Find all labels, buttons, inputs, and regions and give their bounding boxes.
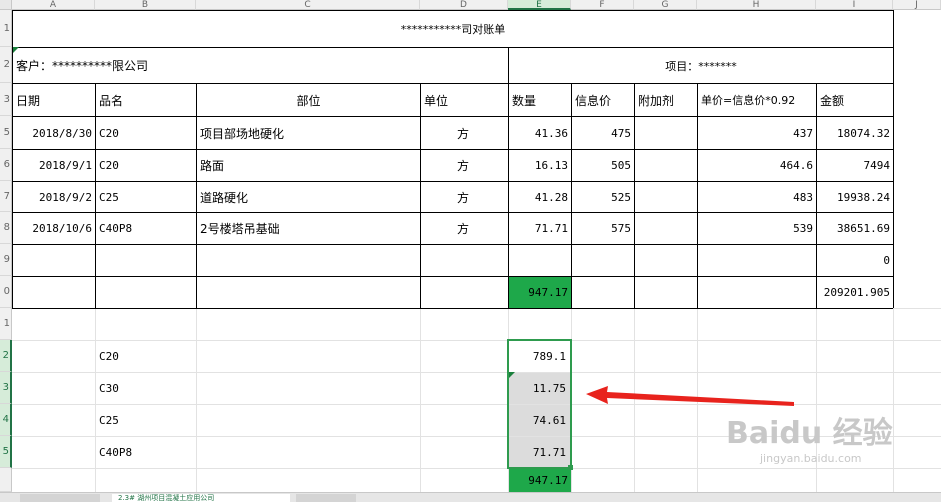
summary-total[interactable]: 947.17 [509,469,571,492]
row2-qty[interactable]: 16.13 [509,150,571,181]
row9-amount[interactable]: 0 [817,245,893,276]
row3-product[interactable]: C25 [96,182,196,212]
row4-price[interactable]: 575 [572,213,634,244]
baidu-watermark-logo: Baidu 经验 [726,416,893,451]
total-amount[interactable]: 209201.905 [817,277,893,308]
row4-product[interactable]: C40P8 [96,213,196,244]
row1-unit-price[interactable]: 437 [698,117,816,149]
row4-part[interactable]: 2号楼塔吊基础 [197,213,420,244]
row1-date[interactable]: 2018/8/30 [13,117,95,149]
row2-additive[interactable] [635,150,697,181]
row1-price[interactable]: 475 [572,117,634,149]
statement-title[interactable]: ***********司对账单 [13,11,893,47]
row2-price[interactable]: 505 [572,150,634,181]
row4-unit-price[interactable]: 539 [698,213,816,244]
summary-qty[interactable]: 74.61 [509,405,569,436]
row2-part[interactable]: 路面 [197,150,420,181]
header-quantity[interactable]: 数量 [509,84,571,116]
row2-amount[interactable]: 7494 [817,150,893,181]
row4-additive[interactable] [635,213,697,244]
row3-additive[interactable] [635,182,697,212]
row2-unit[interactable]: 方 [421,150,472,181]
row4-qty[interactable]: 71.71 [509,213,571,244]
header-additive[interactable]: 附加剂 [635,84,697,116]
row3-part[interactable]: 道路硬化 [197,182,420,212]
row1-qty[interactable]: 41.36 [509,117,571,149]
row1-amount[interactable]: 18074.32 [817,117,893,149]
row2-date[interactable]: 2018/9/1 [13,150,95,181]
summary-product[interactable]: C40P8 [96,437,196,468]
summary-qty[interactable]: 71.71 [509,437,569,468]
row3-date[interactable]: 2018/9/2 [13,182,95,212]
header-unit-price[interactable]: 单价=信息价*0.92 [698,84,816,116]
summary-product[interactable]: C20 [96,341,196,372]
summary-product[interactable]: C30 [96,373,196,404]
project-name[interactable]: 项目：******* [509,48,893,83]
row4-amount[interactable]: 38651.69 [817,213,893,244]
row3-unit[interactable]: 方 [421,182,472,212]
sheet-tab-placeholder[interactable] [20,494,100,502]
summary-qty[interactable]: 789.1 [509,341,569,372]
row3-amount[interactable]: 19938.24 [817,182,893,212]
header-amount[interactable]: 金额 [817,84,893,116]
row1-unit[interactable]: 方 [421,117,472,149]
row2-unit-price[interactable]: 464.6 [698,150,816,181]
customer-name[interactable]: 客户：**********限公司 [13,48,508,83]
red-arrow-annotation [586,386,794,406]
header-part[interactable]: 部位 [197,84,420,116]
summary-qty[interactable]: 11.75 [509,373,569,404]
row3-qty[interactable]: 41.28 [509,182,571,212]
summary-product[interactable]: C25 [96,405,196,436]
sheet-tab-active[interactable]: 2.3# 湖州项目混凝土应用公司 [112,494,290,502]
row2-product[interactable]: C20 [96,150,196,181]
row3-price[interactable]: 525 [572,182,634,212]
sheet-tab-other[interactable] [296,494,356,502]
header-info-price[interactable]: 信息价 [572,84,634,116]
header-date[interactable]: 日期 [13,84,95,116]
row3-unit-price[interactable]: 483 [698,182,816,212]
row4-date[interactable]: 2018/10/6 [13,213,95,244]
row1-part[interactable]: 项目部场地硬化 [197,117,420,149]
row1-additive[interactable] [635,117,697,149]
total-quantity[interactable]: 947.17 [509,277,571,308]
header-unit[interactable]: 单位 [421,84,508,116]
watermark-url: jingyan.baidu.com [760,452,862,465]
row4-unit[interactable]: 方 [421,213,472,244]
header-product[interactable]: 品名 [96,84,196,116]
row1-product[interactable]: C20 [96,117,196,149]
